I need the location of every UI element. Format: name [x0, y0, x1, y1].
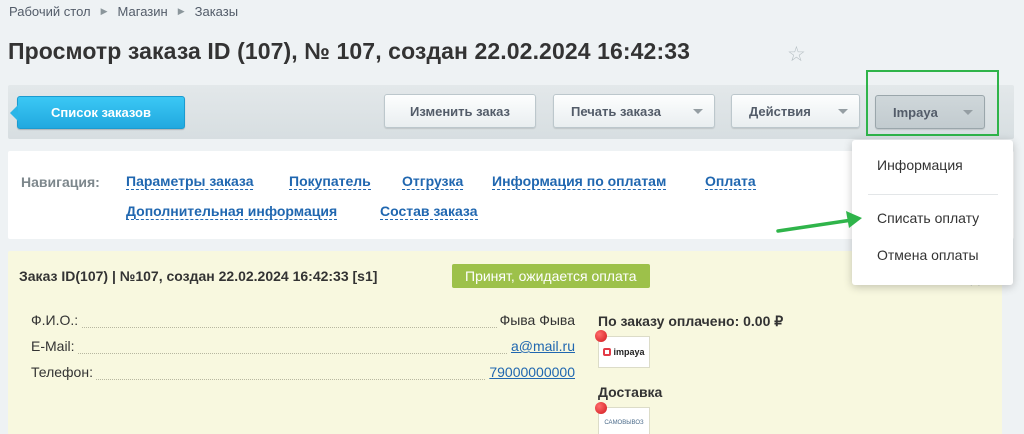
nav-link-payment-info[interactable]: Информация по оплатам: [492, 173, 667, 190]
breadcrumb-separator-icon: ▶: [100, 6, 108, 16]
actions-button[interactable]: Действия: [731, 94, 860, 128]
dotted-leader: [31, 327, 575, 328]
nav-link-order-contents[interactable]: Состав заказа: [380, 203, 478, 220]
paid-amount-title: По заказу оплачено: 0.00 ₽: [598, 313, 784, 329]
field-label: Телефон:: [31, 364, 96, 380]
breadcrumb-item-desktop[interactable]: Рабочий стол: [9, 4, 91, 19]
green-arrow-icon: [776, 211, 862, 233]
edit-order-label: Изменить заказ: [409, 103, 511, 119]
order-title: Заказ ID(107) | №107, создан 22.02.2024 …: [19, 268, 378, 284]
actions-label: Действия: [749, 103, 811, 119]
status-dot-icon: [595, 330, 607, 342]
edit-order-button[interactable]: Изменить заказ: [384, 94, 536, 128]
field-row-name: Ф.И.О.: Фыва Фыва: [31, 312, 575, 330]
nav-link-additional-info[interactable]: Дополнительная информация: [126, 203, 338, 220]
nav-link-buyer[interactable]: Покупатель: [289, 173, 371, 190]
field-label: Ф.И.О.:: [31, 312, 82, 328]
menu-item-charge-payment[interactable]: Списать оплату: [877, 210, 979, 226]
nav-link-shipment[interactable]: Отгрузка: [402, 173, 464, 190]
status-dot-icon: [595, 402, 607, 414]
chevron-down-icon: [693, 109, 703, 114]
print-order-label: Печать заказа: [571, 103, 661, 119]
phone-link[interactable]: 79000000000: [486, 364, 575, 380]
email-link[interactable]: a@mail.ru: [507, 338, 575, 354]
impaya-dropdown-menu: Информация Списать оплату Отмена оплаты: [852, 140, 1013, 285]
page-title: Просмотр заказа ID (107), № 107, создан …: [8, 38, 690, 64]
menu-item-cancel-payment[interactable]: Отмена оплаты: [877, 247, 979, 263]
breadcrumb: Рабочий стол ▶ Магазин ▶ Заказы: [9, 4, 238, 19]
breadcrumb-separator-icon: ▶: [177, 6, 185, 16]
navigation-label: Навигация:: [21, 174, 100, 190]
impaya-logo-icon: [603, 348, 612, 356]
delivery-title: Доставка: [598, 384, 663, 400]
delivery-logo-text: САМОВЫВОЗ: [604, 420, 644, 426]
payment-logo-text: impaya: [613, 347, 645, 357]
menu-divider: [868, 194, 998, 195]
field-value: Фыва Фыва: [496, 312, 575, 328]
nav-link-payment[interactable]: Оплата: [705, 173, 756, 190]
favorite-star-icon[interactable]: ☆: [787, 42, 806, 67]
print-order-button[interactable]: Печать заказа: [553, 94, 715, 128]
chevron-down-icon: [838, 109, 848, 114]
order-list-button[interactable]: Список заказов: [10, 96, 185, 129]
nav-link-order-params[interactable]: Параметры заказа: [126, 173, 254, 190]
field-row-email: E-Mail: a@mail.ru: [31, 338, 575, 356]
menu-item-info[interactable]: Информация: [877, 157, 963, 173]
dotted-leader: [31, 353, 575, 354]
field-label: E-Mail:: [31, 338, 78, 354]
status-badge: Принят, ожидается оплата: [452, 264, 650, 288]
breadcrumb-item-shop[interactable]: Магазин: [118, 4, 168, 19]
breadcrumb-item-orders[interactable]: Заказы: [195, 4, 238, 19]
highlight-frame: [866, 70, 999, 136]
field-row-phone: Телефон: 79000000000: [31, 364, 575, 382]
payment-system-logo: impaya: [598, 336, 650, 368]
